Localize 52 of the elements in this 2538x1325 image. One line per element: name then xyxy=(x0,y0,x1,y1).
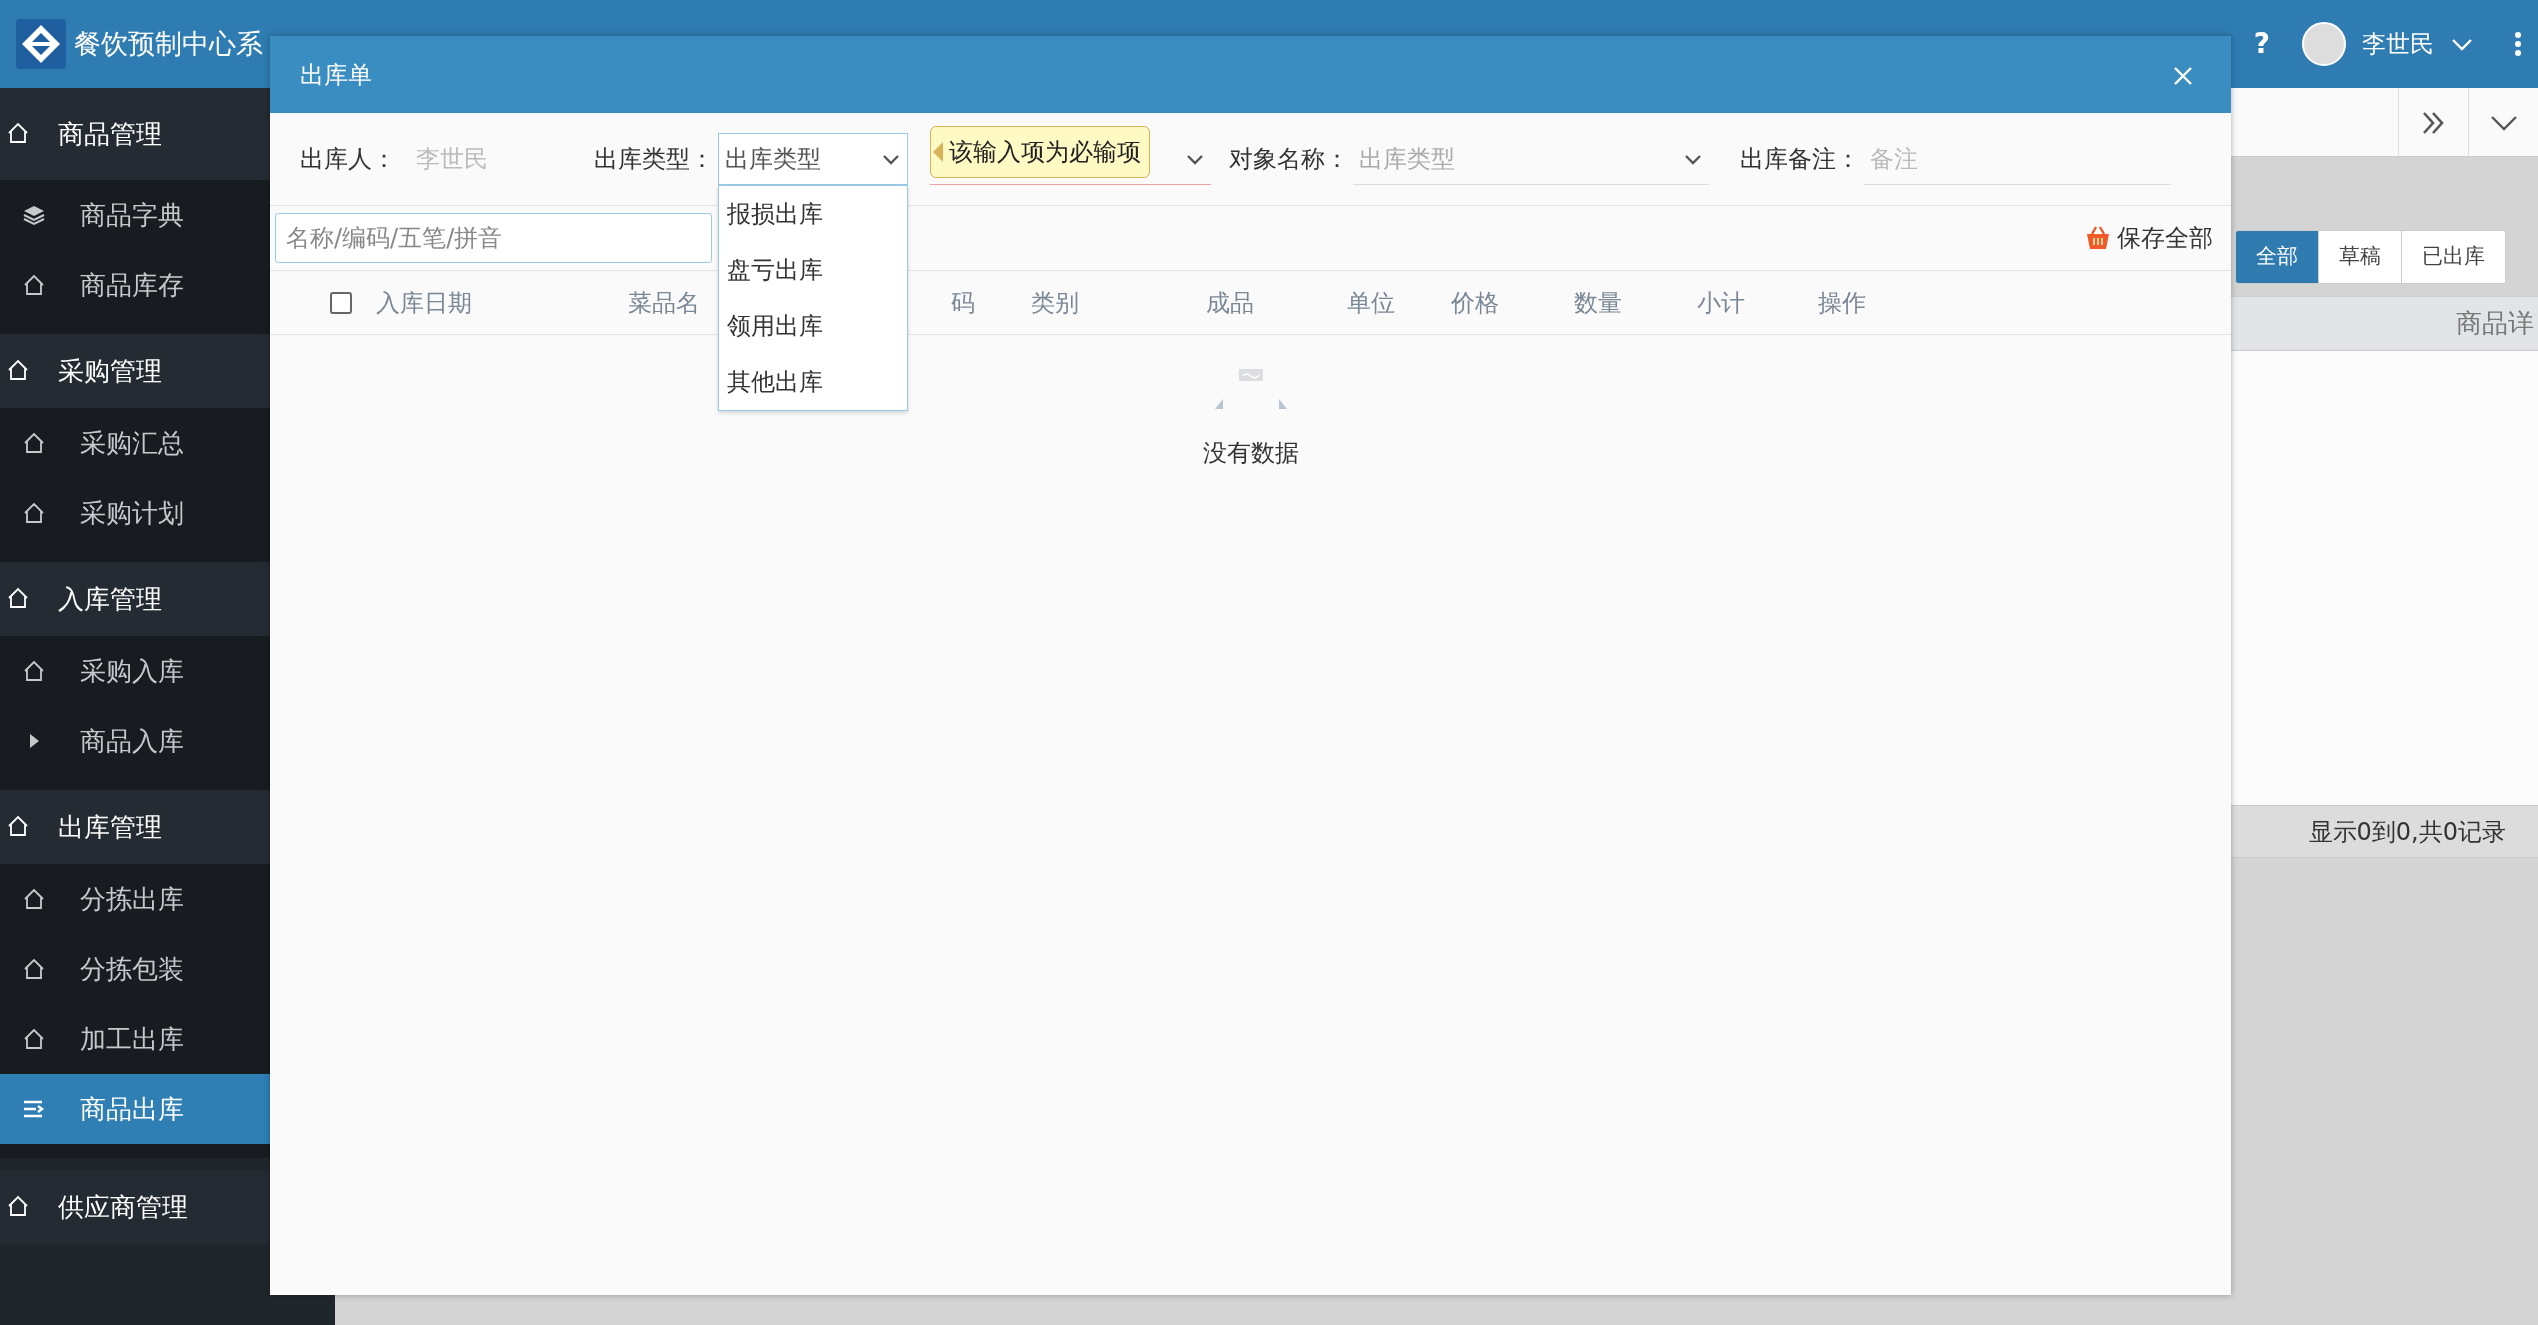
home-icon xyxy=(22,887,46,911)
field-label: 出库类型： xyxy=(594,144,714,175)
dropdown-option[interactable]: 领用出库 xyxy=(719,298,907,354)
help-button[interactable]: ? xyxy=(2253,23,2270,65)
layers-icon xyxy=(22,203,46,227)
sidebar-item[interactable]: 采购入库 xyxy=(0,636,335,706)
column-header: 价格 xyxy=(1451,287,1500,319)
home-icon xyxy=(22,431,46,455)
filter-tab[interactable]: 全部 xyxy=(2236,231,2318,283)
home-icon xyxy=(22,1027,46,1051)
sidebar-item[interactable]: 分拣出库 xyxy=(0,864,335,934)
dropdown-option[interactable]: 盘亏出库 xyxy=(719,242,907,298)
field-label: 对象名称： xyxy=(1229,144,1349,175)
input-field[interactable]: 备注 xyxy=(1864,133,2171,185)
basket-icon xyxy=(2085,225,2111,251)
column-header: 码 xyxy=(951,287,976,319)
save-all-button[interactable]: 保存全部 xyxy=(2079,219,2219,257)
empty-message: 没有数据 xyxy=(1202,438,1299,469)
column-header: 小计 xyxy=(1697,287,1746,319)
kebab-menu-icon[interactable] xyxy=(2514,31,2522,57)
user-name[interactable]: 李世民 xyxy=(2362,26,2434,62)
select-field[interactable]: 出库类型 xyxy=(718,133,908,185)
column-header: 商品详 xyxy=(2456,307,2534,340)
select-all-checkbox[interactable] xyxy=(330,291,352,314)
app-title: 餐饮预制中心系 xyxy=(74,26,263,61)
sidebar-item[interactable]: 分拣包装 xyxy=(0,934,335,1004)
validation-tooltip: 该输入项为必输项 xyxy=(930,126,1150,178)
dropdown-option[interactable]: 其他出库 xyxy=(719,354,907,410)
logo-icon xyxy=(16,19,66,69)
home-icon xyxy=(22,273,46,297)
column-header: 数量 xyxy=(1574,287,1623,319)
column-header: 成品 xyxy=(1206,287,1255,319)
column-header: 单位 xyxy=(1347,287,1396,319)
filter-tab[interactable]: 已出库 xyxy=(2401,231,2505,283)
home-icon xyxy=(22,957,46,981)
sidebar-item[interactable]: 采购计划 xyxy=(0,478,335,548)
field-label: 出库备注： xyxy=(1740,144,1860,175)
column-header: 菜品名 xyxy=(628,287,701,319)
search-field[interactable]: 名称/编码/五笔/拼音 xyxy=(275,213,712,263)
home-icon xyxy=(22,501,46,525)
dialog-title: 出库单 xyxy=(300,59,372,91)
column-header: 类别 xyxy=(1031,287,1080,319)
column-header: 操作 xyxy=(1818,287,1867,319)
column-header: 入库日期 xyxy=(376,287,473,319)
record-count: 显示0到0,共0记录 xyxy=(2308,816,2506,848)
dropdown-option[interactable]: 报损出库 xyxy=(719,186,907,242)
sidebar-item[interactable]: 加工出库 xyxy=(0,1004,335,1074)
avatar[interactable] xyxy=(2302,22,2346,66)
home-icon xyxy=(22,659,46,683)
field-value: 李世民 xyxy=(416,144,488,175)
sidebar-item[interactable]: 商品入库 xyxy=(0,706,335,776)
sidebar-item[interactable]: 采购汇总 xyxy=(0,408,335,478)
